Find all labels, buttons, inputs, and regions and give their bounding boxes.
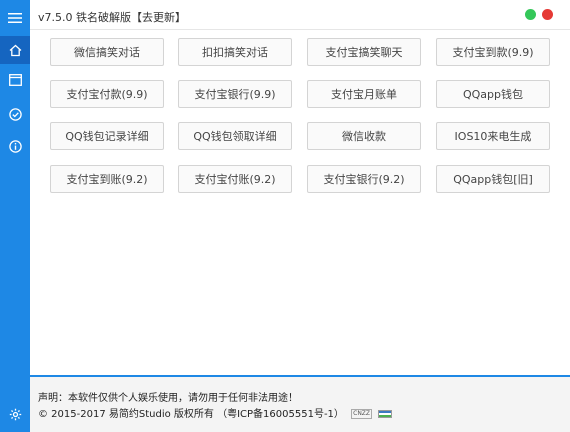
stats-flag-icon: [378, 410, 393, 418]
main-content: 微信搞笑对话 扣扣搞笑对话 支付宝搞笑聊天 支付宝到款(9.9) 支付宝付款(9…: [30, 30, 570, 375]
info-icon[interactable]: [0, 132, 30, 160]
wechat-receive-button[interactable]: 微信收款: [307, 122, 421, 150]
disclaimer-text: 声明：本软件仅供个人娱乐使用，请勿用于任何非法用途！: [38, 393, 298, 404]
home-icon[interactable]: [0, 36, 30, 64]
alipay-received-9-9-button[interactable]: 支付宝到款(9.9): [436, 38, 550, 66]
ios10-call-generator-button[interactable]: IOS10来电生成: [436, 122, 550, 150]
alipay-bank-9-9-button[interactable]: 支付宝银行(9.9): [178, 80, 292, 108]
footer: 声明：本软件仅供个人娱乐使用，请勿用于任何非法用途！ © 2015-2017 易…: [30, 377, 570, 432]
copyright-line: © 2015-2017 易简约Studio 版权所有 （粤ICP备1600555…: [38, 405, 393, 420]
alipay-monthly-bill-button[interactable]: 支付宝月账单: [307, 80, 421, 108]
qq-wallet-record-detail-button[interactable]: QQ钱包记录详细: [50, 122, 164, 150]
window-icon[interactable]: [0, 66, 30, 94]
cnzz-badge[interactable]: CNZZ: [351, 409, 373, 419]
title-bar: v7.5.0 铁名破解版【去更新】: [30, 0, 570, 30]
alipay-received-9-2-button[interactable]: 支付宝到账(9.2): [50, 165, 164, 193]
maximize-button[interactable]: [525, 9, 536, 20]
app-title: v7.5.0 铁名破解版【去更新】: [38, 11, 186, 24]
sidebar: [0, 0, 30, 432]
qq-wallet-claim-detail-button[interactable]: QQ钱包领取详细: [178, 122, 292, 150]
settings-icon[interactable]: [0, 400, 30, 428]
qq-funny-chat-button[interactable]: 扣扣搞笑对话: [178, 38, 292, 66]
alipay-payment-9-2-button[interactable]: 支付宝付账(9.2): [178, 165, 292, 193]
qqapp-wallet-button[interactable]: QQapp钱包: [436, 80, 550, 108]
alipay-funny-chat-button[interactable]: 支付宝搞笑聊天: [307, 38, 421, 66]
qqapp-wallet-old-button[interactable]: QQapp钱包[旧]: [436, 165, 550, 193]
menu-icon[interactable]: [0, 4, 30, 32]
check-circle-icon[interactable]: [0, 100, 30, 128]
alipay-payment-9-9-button[interactable]: 支付宝付款(9.9): [50, 80, 164, 108]
alipay-bank-9-2-button[interactable]: 支付宝银行(9.2): [307, 165, 421, 193]
icp-text[interactable]: （粤ICP备16005551号-1）: [217, 409, 344, 420]
wechat-funny-chat-button[interactable]: 微信搞笑对话: [50, 38, 164, 66]
copyright-text: © 2015-2017 易简约Studio 版权所有: [38, 409, 214, 420]
close-button[interactable]: [542, 9, 553, 20]
